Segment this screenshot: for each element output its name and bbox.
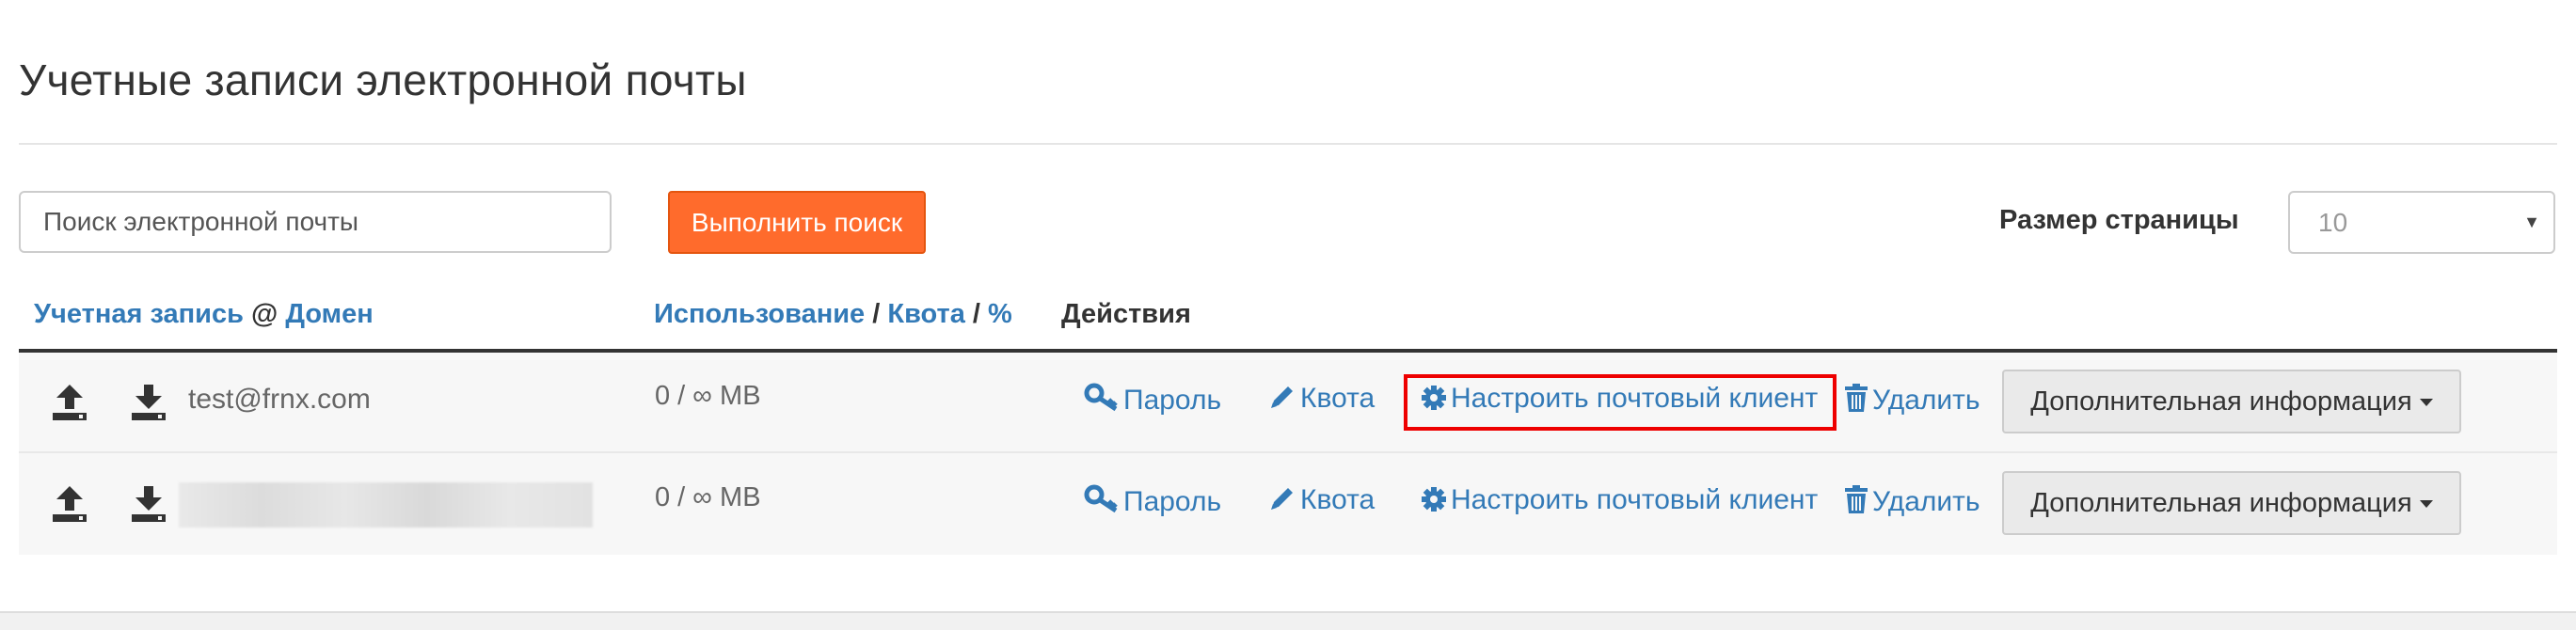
sort-account-link[interactable]: Учетная запись <box>34 299 244 329</box>
sort-quota-link[interactable]: Квота <box>887 299 964 329</box>
delete-label: Удалить <box>1872 385 1980 416</box>
sort-percent-link[interactable]: % <box>988 299 1012 329</box>
trash-icon <box>1845 485 1868 513</box>
page-size-label: Размер страницы <box>1999 205 2239 235</box>
title-divider <box>19 143 2557 145</box>
delete-link[interactable]: Удалить <box>1844 383 1980 417</box>
header-at: @ <box>250 299 278 329</box>
more-info-label: Дополнительная информация <box>2030 386 2412 417</box>
gear-icon <box>1422 487 1446 512</box>
password-label: Пароль <box>1123 486 1222 517</box>
download-icon[interactable] <box>130 484 167 524</box>
password-link[interactable]: Пароль <box>1084 484 1221 518</box>
header-account-domain: Учетная запись @ Домен <box>34 299 374 330</box>
sort-usage-link[interactable]: Использование <box>654 299 865 329</box>
upload-icon[interactable] <box>51 484 88 524</box>
more-info-dropdown-button[interactable]: Дополнительная информация <box>2002 471 2461 535</box>
account-email: test@frnx.com <box>188 384 371 415</box>
table-row: test@frnx.com 0 / ∞ MB Пароль Квота Наст… <box>19 353 2557 453</box>
pencil-icon <box>1271 386 1293 408</box>
configure-mail-client-link[interactable]: Настроить почтовый клиент <box>1421 484 1818 516</box>
key-icon <box>1084 383 1118 412</box>
table-row: 0 / ∞ MB Пароль Квота Настроить почтовый… <box>19 454 2557 555</box>
more-info-dropdown-button[interactable]: Дополнительная информация <box>2002 370 2461 433</box>
download-icon[interactable] <box>130 383 167 422</box>
caret-down-icon <box>2419 500 2433 508</box>
search-button[interactable]: Выполнить поиск <box>668 191 926 254</box>
quota-label: Квота <box>1300 484 1375 515</box>
configure-mail-client-link[interactable]: Настроить почтовый клиент <box>1421 383 1818 415</box>
delete-link[interactable]: Удалить <box>1844 484 1980 518</box>
sort-domain-link[interactable]: Домен <box>285 299 373 329</box>
page-title: Учетные записи электронной почты <box>19 55 747 104</box>
select-caret-icon: ▼ <box>2523 213 2540 231</box>
gear-icon <box>1422 386 1446 410</box>
trash-icon <box>1845 384 1868 412</box>
quota-label: Квота <box>1300 383 1375 414</box>
header-actions: Действия <box>1061 299 1191 329</box>
header-sep-1: / <box>872 299 881 329</box>
page-footer-edge <box>0 611 2576 630</box>
delete-label: Удалить <box>1872 486 1980 517</box>
page-size-select[interactable]: 10 ▼ <box>2288 191 2555 254</box>
configure-label: Настроить почтовый клиент <box>1451 484 1819 515</box>
page-size-value: 10 <box>2318 208 2348 237</box>
quota-link[interactable]: Квота <box>1268 484 1375 516</box>
pencil-icon <box>1271 488 1293 510</box>
password-label: Пароль <box>1123 385 1222 416</box>
header-sep-2: / <box>972 299 980 329</box>
email-accounts-table: test@frnx.com 0 / ∞ MB Пароль Квота Наст… <box>19 353 2557 555</box>
configure-label: Настроить почтовый клиент <box>1451 383 1819 414</box>
usage-quota-value: 0 / ∞ MB <box>655 381 761 411</box>
more-info-label: Дополнительная информация <box>2030 488 2412 518</box>
caret-down-icon <box>2419 399 2433 406</box>
quota-link[interactable]: Квота <box>1268 383 1375 415</box>
password-link[interactable]: Пароль <box>1084 383 1221 417</box>
search-input[interactable] <box>19 191 612 253</box>
upload-icon[interactable] <box>51 383 88 422</box>
usage-quota-value: 0 / ∞ MB <box>655 482 761 512</box>
key-icon <box>1084 484 1118 513</box>
header-usage-quota: Использование / Квота / % <box>654 299 1012 330</box>
account-email-redacted <box>179 482 593 528</box>
